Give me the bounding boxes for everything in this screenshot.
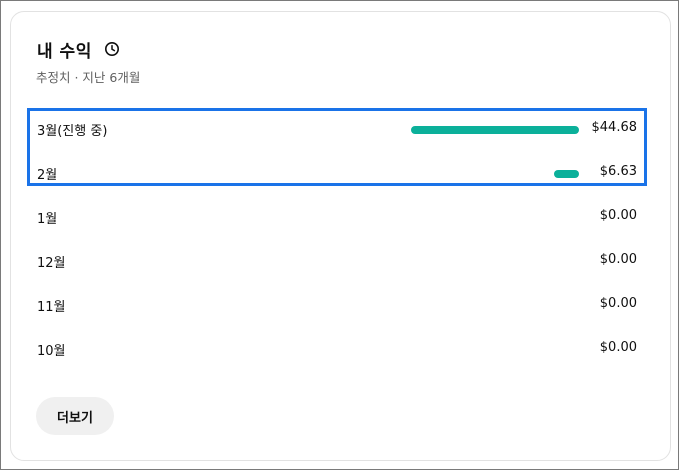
amount-value: $0.00	[599, 340, 637, 355]
card-subtitle: 추정치 · 지난 6개월	[36, 70, 141, 85]
amount-value: $0.00	[599, 252, 637, 267]
earnings-card: 내 수익 추정치 · 지난 6개월 3월(진행 중) $44.68 2월 $6.…	[10, 11, 671, 461]
earnings-bar	[411, 126, 579, 134]
earnings-row-mar: 3월(진행 중) $44.68	[37, 118, 638, 139]
more-button[interactable]: 더보기	[36, 397, 114, 435]
amount-value: $0.00	[599, 296, 637, 311]
amount-value: $44.68	[591, 120, 638, 135]
month-label: 3월(진행 중)	[37, 124, 108, 139]
month-label: 10월	[37, 344, 66, 359]
earnings-row-feb: 2월 $6.63	[37, 162, 637, 183]
month-label: 12월	[37, 256, 66, 271]
card-title: 내 수익	[37, 41, 92, 62]
amount-value: $6.63	[599, 164, 637, 179]
earnings-row-dec: 12월 $0.00	[37, 250, 637, 271]
earnings-bar	[554, 170, 579, 178]
clock-icon[interactable]	[104, 41, 120, 57]
earnings-row-jan: 1월 $0.00	[37, 206, 637, 227]
earnings-row-nov: 11월 $0.00	[37, 294, 637, 315]
month-label: 11월	[37, 300, 66, 315]
earnings-row-oct: 10월 $0.00	[37, 338, 637, 359]
month-label: 1월	[37, 212, 58, 227]
month-label: 2월	[37, 168, 58, 183]
card-header: 내 수익	[37, 38, 120, 62]
amount-value: $0.00	[599, 208, 637, 223]
